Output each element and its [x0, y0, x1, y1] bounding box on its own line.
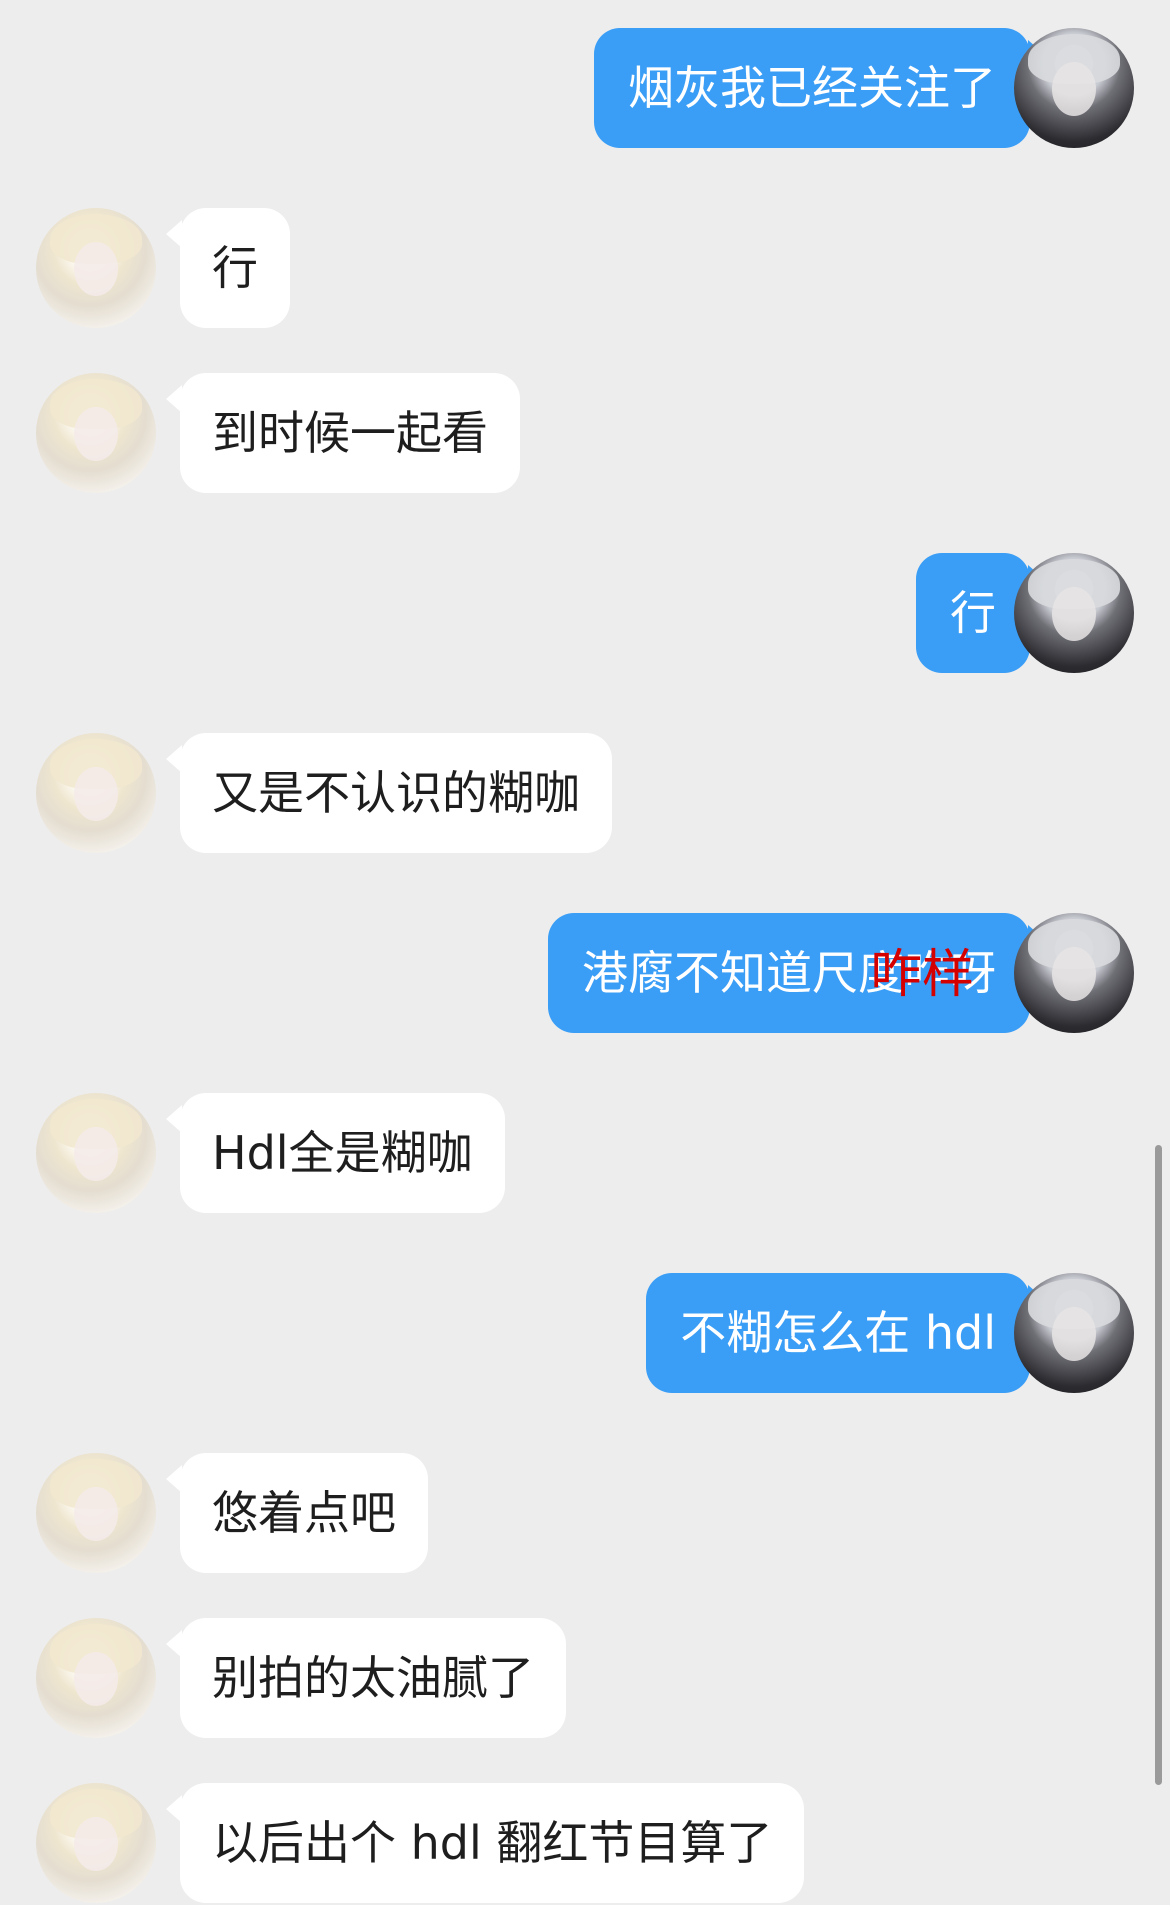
scrollbar[interactable]: [1155, 1145, 1162, 1785]
avatar-face: [1052, 587, 1096, 641]
contact-avatar[interactable]: [36, 733, 156, 853]
message-incoming[interactable]: 又是不认识的糊咖: [0, 733, 1170, 853]
message-outgoing[interactable]: 港腐不知道尺度咋呀: [0, 913, 1170, 1033]
avatar-face: [1052, 947, 1096, 1001]
avatar-face: [74, 1127, 118, 1181]
self-avatar[interactable]: [1014, 1273, 1134, 1393]
message-outgoing[interactable]: 不糊怎么在 hdl: [0, 1273, 1170, 1393]
message-text: 悠着点吧: [212, 1486, 396, 1540]
annotation-overlay: 咋样: [870, 945, 975, 1005]
message-incoming[interactable]: 别拍的太油腻了: [0, 1618, 1170, 1738]
contact-avatar[interactable]: [36, 208, 156, 328]
message-bubble[interactable]: 行: [180, 208, 290, 328]
message-text: 行: [212, 241, 258, 295]
chat-view[interactable]: 烟灰我已经关注了 行 到时候一起看 行 又是不认识的糊咖 港腐不知道尺度咋呀 咋…: [0, 0, 1170, 1905]
self-avatar[interactable]: [1014, 913, 1134, 1033]
message-incoming[interactable]: 行: [0, 208, 1170, 328]
contact-avatar[interactable]: [36, 1453, 156, 1573]
message-text: 以后出个 hdl 翻红节目算了: [212, 1816, 773, 1870]
contact-avatar[interactable]: [36, 1618, 156, 1738]
message-bubble[interactable]: 悠着点吧: [180, 1453, 428, 1573]
message-bubble[interactable]: 又是不认识的糊咖: [180, 733, 612, 853]
avatar-face: [74, 1817, 118, 1871]
message-text: Hdl全是糊咖: [212, 1126, 473, 1180]
avatar-face: [74, 242, 118, 296]
message-text: 烟灰我已经关注了: [628, 61, 996, 115]
message-text: 又是不认识的糊咖: [212, 766, 580, 820]
contact-avatar[interactable]: [36, 373, 156, 493]
message-bubble[interactable]: 以后出个 hdl 翻红节目算了: [180, 1783, 805, 1903]
message-outgoing[interactable]: 行: [0, 553, 1170, 673]
message-incoming[interactable]: 以后出个 hdl 翻红节目算了: [0, 1783, 1170, 1903]
message-bubble[interactable]: 烟灰我已经关注了: [594, 28, 1030, 148]
message-bubble[interactable]: 到时候一起看: [180, 373, 520, 493]
contact-avatar[interactable]: [36, 1783, 156, 1903]
message-bubble[interactable]: 别拍的太油腻了: [180, 1618, 566, 1738]
avatar-face: [74, 1487, 118, 1541]
message-incoming[interactable]: Hdl全是糊咖: [0, 1093, 1170, 1213]
avatar-face: [1052, 1307, 1096, 1361]
avatar-face: [74, 407, 118, 461]
message-text: 行: [950, 586, 996, 640]
message-outgoing[interactable]: 烟灰我已经关注了: [0, 28, 1170, 148]
contact-avatar[interactable]: [36, 1093, 156, 1213]
self-avatar[interactable]: [1014, 28, 1134, 148]
message-incoming[interactable]: 悠着点吧: [0, 1453, 1170, 1573]
avatar-face: [1052, 62, 1096, 116]
message-bubble[interactable]: 不糊怎么在 hdl: [646, 1273, 1030, 1393]
message-text: 到时候一起看: [212, 406, 488, 460]
avatar-face: [74, 767, 118, 821]
avatar-face: [74, 1652, 118, 1706]
message-text: 不糊怎么在 hdl: [680, 1306, 996, 1360]
message-incoming[interactable]: 到时候一起看: [0, 373, 1170, 493]
message-bubble[interactable]: 行: [916, 553, 1030, 673]
self-avatar[interactable]: [1014, 553, 1134, 673]
message-bubble[interactable]: Hdl全是糊咖: [180, 1093, 505, 1213]
message-text: 别拍的太油腻了: [212, 1651, 534, 1705]
